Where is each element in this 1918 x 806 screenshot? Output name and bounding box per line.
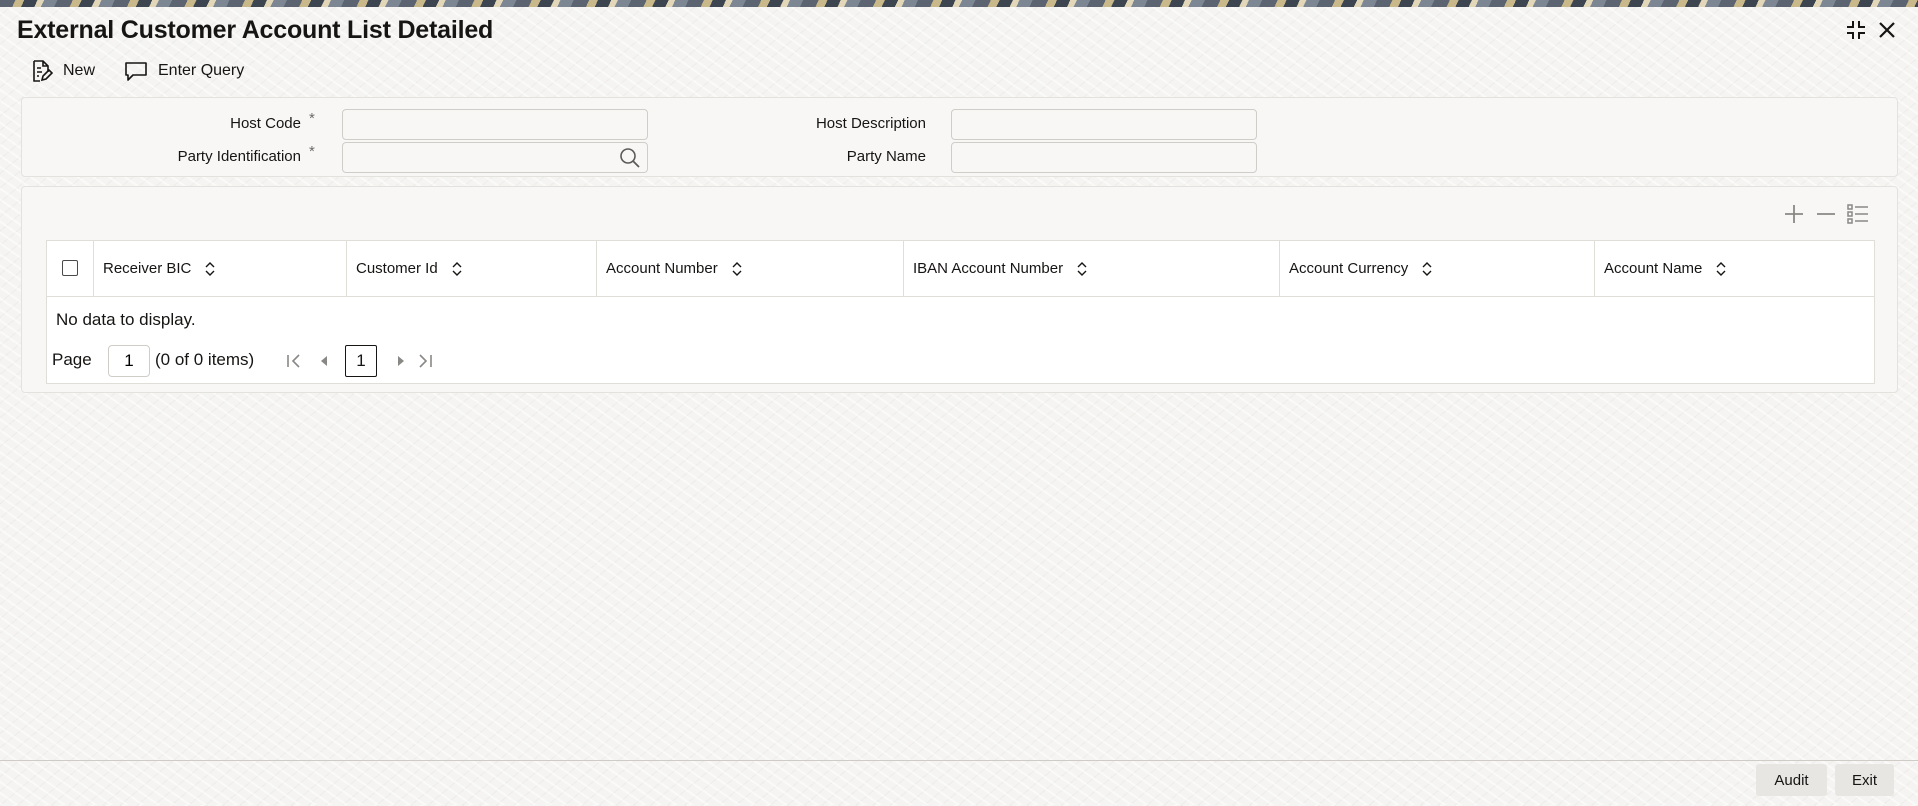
- add-row-button[interactable]: [1781, 201, 1807, 227]
- close-icon: [1879, 22, 1895, 38]
- first-page-icon: [287, 354, 300, 368]
- sort-icon: [732, 261, 742, 277]
- page-label: Page: [52, 350, 92, 369]
- close-window-button[interactable]: [1873, 16, 1901, 44]
- header-banner-strip: [0, 0, 1918, 7]
- plus-icon: [1785, 205, 1803, 223]
- sort-icon: [1422, 261, 1432, 277]
- party-identification-required-marker: *: [309, 143, 315, 160]
- previous-page-button[interactable]: [314, 348, 334, 374]
- collapse-icon: [1847, 21, 1865, 39]
- delete-row-button[interactable]: [1813, 201, 1839, 227]
- party-name-label: Party Name: [846, 148, 926, 165]
- page-number-input[interactable]: [108, 345, 150, 377]
- list-view-icon: [1847, 204, 1868, 224]
- new-document-icon: [33, 60, 53, 82]
- accounts-table: Receiver BIC Customer Id Account Number …: [46, 240, 1875, 384]
- host-description-field[interactable]: [951, 109, 1257, 140]
- column-header-customer-id[interactable]: Customer Id: [346, 241, 596, 296]
- column-header-label: Account Currency: [1289, 260, 1409, 277]
- minimize-window-button[interactable]: [1842, 16, 1870, 44]
- single-record-view-button[interactable]: [1845, 201, 1871, 227]
- enter-query-button[interactable]: Enter Query: [124, 57, 244, 85]
- sort-icon: [1716, 261, 1726, 277]
- new-button-label: New: [63, 62, 96, 79]
- column-header-label: Account Number: [606, 260, 718, 277]
- search-icon: [620, 148, 640, 168]
- sort-icon: [452, 261, 462, 277]
- last-page-button[interactable]: [415, 348, 435, 374]
- audit-button[interactable]: Audit: [1756, 764, 1827, 796]
- empty-table-message: No data to display.: [56, 310, 196, 329]
- select-all-checkbox[interactable]: [62, 260, 78, 276]
- sort-icon: [205, 261, 215, 277]
- minus-icon: [1817, 213, 1835, 215]
- footer-bar: [0, 760, 1918, 806]
- column-header-account-number[interactable]: Account Number: [596, 241, 903, 296]
- column-header-receiver-bic[interactable]: Receiver BIC: [93, 241, 346, 296]
- items-summary: (0 of 0 items): [155, 350, 255, 369]
- column-header-label: Customer Id: [356, 260, 438, 277]
- current-page-button[interactable]: 1: [345, 345, 377, 377]
- exit-button[interactable]: Exit: [1835, 764, 1894, 796]
- query-chat-icon: [125, 62, 147, 81]
- column-header-account-currency[interactable]: Account Currency: [1279, 241, 1594, 296]
- host-code-field[interactable]: [342, 109, 648, 140]
- last-page-icon: [419, 354, 432, 368]
- first-page-button[interactable]: [284, 348, 304, 374]
- table-header-row: Receiver BIC Customer Id Account Number …: [47, 241, 1874, 297]
- sort-icon: [1077, 261, 1087, 277]
- party-name-field[interactable]: [951, 142, 1257, 173]
- column-header-label: Receiver BIC: [103, 260, 192, 277]
- party-identification-field[interactable]: [342, 142, 648, 173]
- next-page-button[interactable]: [391, 348, 411, 374]
- column-header-account-name[interactable]: Account Name: [1594, 241, 1874, 296]
- enter-query-button-label: Enter Query: [158, 62, 245, 79]
- host-code-required-marker: *: [309, 110, 315, 127]
- column-header-label: IBAN Account Number: [913, 260, 1064, 277]
- host-description-label: Host Description: [815, 115, 926, 132]
- party-identification-label: Party Identification: [177, 148, 301, 165]
- host-code-label: Host Code: [230, 115, 301, 132]
- page-title: External Customer Account List Detailed: [17, 16, 494, 44]
- new-button[interactable]: New: [29, 57, 95, 85]
- column-header-label: Account Name: [1604, 260, 1703, 277]
- column-header-iban-account-number[interactable]: IBAN Account Number: [903, 241, 1279, 296]
- party-search-button[interactable]: [618, 146, 642, 170]
- next-page-icon: [398, 356, 404, 366]
- previous-page-icon: [321, 356, 327, 366]
